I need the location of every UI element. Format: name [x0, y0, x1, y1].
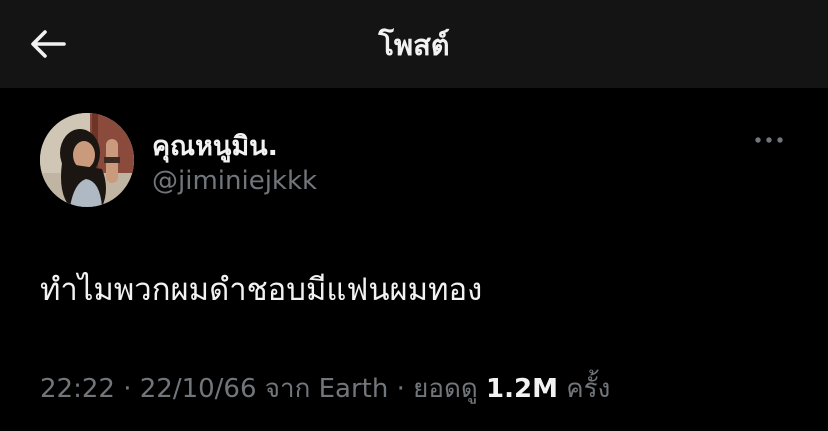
- author-display-name[interactable]: คุณหนูมิน.: [152, 124, 278, 167]
- avatar[interactable]: [40, 113, 134, 207]
- more-options-button[interactable]: [746, 128, 792, 152]
- post: คุณหนูมิน. @jiminiejkkk ทำไมพวกผมดำชอบมี…: [0, 88, 828, 431]
- meta-separator: ·: [114, 374, 140, 404]
- author-handle[interactable]: @jiminiejkkk: [152, 166, 317, 196]
- profile-photo: [40, 113, 134, 207]
- post-text: ทำไมพวกผมดำชอบมีแฟนผมทอง: [40, 272, 483, 308]
- post-date[interactable]: 22/10/66: [140, 374, 257, 404]
- more-horizontal-icon: [755, 137, 783, 143]
- source-prefix: จาก: [256, 374, 319, 404]
- post-time[interactable]: 22:22: [40, 374, 115, 404]
- views-label: ยอดดู: [413, 374, 487, 404]
- post-source: Earth: [318, 374, 389, 404]
- post-meta: 22:22 · 22/10/66 จาก Earth · ยอดดู 1.2M …: [40, 368, 610, 409]
- meta-separator: ·: [388, 374, 414, 404]
- top-bar: โพสต์: [0, 0, 828, 88]
- views-suffix: ครั้ง: [557, 374, 611, 404]
- views-count: 1.2M: [486, 374, 558, 404]
- page-title: โพสต์: [378, 28, 450, 62]
